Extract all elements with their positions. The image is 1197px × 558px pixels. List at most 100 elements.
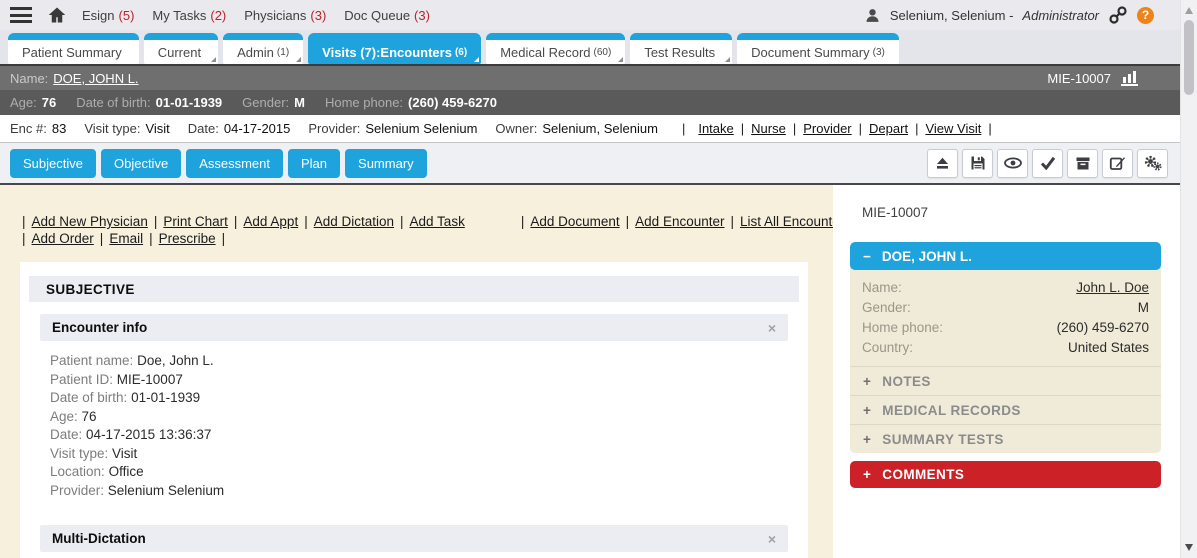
chart-tab[interactable]: Document Summary(3): [737, 33, 899, 64]
menu-icon[interactable]: [10, 7, 32, 23]
encounter-stage-link[interactable]: View Visit: [925, 121, 981, 136]
subjective-card: SUBJECTIVE Encounter info × Patient name…: [20, 262, 808, 558]
encounter-field-value: Visit: [145, 121, 169, 136]
chart-action-links: |Add New Physician|Print Chart|Add Appt|…: [22, 213, 833, 247]
top-nav-item[interactable]: Esign(5): [82, 8, 134, 23]
note-section-button[interactable]: Summary: [345, 149, 427, 178]
separator: |: [234, 213, 238, 230]
multi-dictation-section: Multi-Dictation ×: [40, 525, 788, 552]
action-link[interactable]: Email: [109, 230, 143, 247]
help-icon[interactable]: ?: [1137, 7, 1154, 24]
action-link[interactable]: Add Encounter: [635, 213, 724, 230]
separator: |: [682, 121, 685, 136]
encounter-links-list: Intake| Nurse| Provider| Depart| View Vi…: [698, 121, 991, 136]
action-link[interactable]: Prescribe: [159, 230, 216, 247]
top-nav-item-count: (5): [119, 8, 135, 23]
info-label: Age:: [50, 409, 78, 424]
info-value: 76: [82, 409, 97, 424]
chart-tab[interactable]: Test Results: [630, 33, 732, 64]
note-section-button[interactable]: Objective: [101, 149, 181, 178]
chart-tab[interactable]: Current: [144, 33, 218, 64]
action-link[interactable]: Add Order: [32, 230, 94, 247]
sidebar-panel: − DOE, JOHN L. Name:John L. Doe Gender:M…: [850, 242, 1161, 453]
encounter-field: Date:04-17-2015: [188, 121, 291, 136]
scroll-thumb[interactable]: [1184, 20, 1194, 95]
encounter-bar: Enc #:83 Visit type:Visit Date:04-17-201…: [0, 115, 1180, 143]
save-icon[interactable]: [962, 149, 993, 178]
scrollbar-track[interactable]: [1180, 0, 1197, 558]
encounter-field-value: 04-17-2015: [224, 121, 291, 136]
top-nav-item[interactable]: Physicians(3): [244, 8, 326, 23]
action-link[interactable]: Add Appt: [243, 213, 298, 230]
home-icon[interactable]: [48, 6, 66, 24]
eject-button[interactable]: [927, 149, 958, 178]
close-icon[interactable]: ×: [768, 320, 776, 336]
expand-icon[interactable]: +: [863, 432, 871, 447]
section-header[interactable]: Multi-Dictation ×: [40, 525, 788, 552]
comments-section[interactable]: + COMMENTS: [850, 461, 1161, 488]
complete-check-icon[interactable]: [1032, 149, 1063, 178]
encounter-field-label: Owner:: [495, 121, 537, 136]
action-link[interactable]: List All Encounters: [740, 213, 833, 230]
section-title: Multi-Dictation: [52, 531, 146, 546]
action-link[interactable]: Add New Physician: [32, 213, 148, 230]
patient-name-link[interactable]: DOE, JOHN L.: [53, 71, 138, 86]
scroll-up-button[interactable]: [1185, 7, 1193, 14]
sidebar-demographics: Name:John L. Doe Gender:M Home phone:(26…: [850, 266, 1161, 366]
close-icon[interactable]: ×: [768, 531, 776, 547]
expand-icon[interactable]: +: [863, 467, 871, 482]
encounter-toolbar: Subjective Objective Assessment Plan Sum…: [0, 143, 1180, 185]
encounter-stage-link[interactable]: Nurse: [751, 121, 786, 136]
encounter-field-label: Enc #:: [10, 121, 47, 136]
info-value: Selenium Selenium: [108, 483, 224, 498]
demographics-bar: Age:76 Date of birth:01-01-1939 Gender:M…: [0, 90, 1180, 115]
edit-icon[interactable]: [1102, 149, 1133, 178]
note-section-button[interactable]: Subjective: [10, 149, 96, 178]
separator: |: [22, 213, 26, 230]
encounter-stage-link[interactable]: Provider: [803, 121, 851, 136]
sidebar-section[interactable]: +NOTES: [850, 366, 1161, 395]
action-link-line-2: |Add Order|Email|Prescribe |: [22, 230, 833, 247]
patient-summary-sidebar: MIE-10007 − DOE, JOHN L. Name:John L. Do…: [833, 185, 1180, 558]
encounter-stage-link[interactable]: Intake: [698, 121, 733, 136]
action-link[interactable]: Add Document: [530, 213, 619, 230]
flowsheet-chart-icon[interactable]: [1121, 70, 1138, 86]
chart-tab[interactable]: Admin(1): [223, 33, 303, 64]
chart-tab[interactable]: Patient Summary: [8, 33, 139, 64]
encounter-info-row: Provider: Selenium Selenium: [50, 482, 788, 501]
chart-tab[interactable]: Visits (7):Encounters(6): [308, 33, 481, 64]
encounter-fields: Enc #:83 Visit type:Visit Date:04-17-201…: [10, 121, 658, 136]
chart-tab-count: (60): [594, 47, 612, 58]
top-nav-item[interactable]: Doc Queue(3): [344, 8, 430, 23]
action-link[interactable]: Add Task: [410, 213, 465, 230]
sidebar-field-row: Gender:M: [862, 298, 1149, 318]
encounter-stage-link[interactable]: Depart: [869, 121, 908, 136]
expand-icon[interactable]: +: [863, 403, 871, 418]
note-section-button[interactable]: Plan: [288, 149, 340, 178]
settings-gears-icon[interactable]: [1137, 149, 1168, 178]
sidebar-patient-id: MIE-10007: [862, 205, 1180, 220]
sidebar-section[interactable]: +MEDICAL RECORDS: [850, 395, 1161, 424]
user-icon: [864, 7, 881, 24]
sidebar-section[interactable]: +SUMMARY TESTS: [850, 424, 1161, 453]
expand-icon[interactable]: +: [863, 374, 871, 389]
action-link[interactable]: Add Dictation: [314, 213, 394, 230]
separator: |: [859, 121, 862, 136]
action-link[interactable]: Print Chart: [163, 213, 228, 230]
action-link-group-1: |Add New Physician|Print Chart|Add Appt|…: [22, 213, 465, 230]
separator: |: [100, 230, 104, 247]
sidebar-patient-header[interactable]: − DOE, JOHN L.: [850, 242, 1161, 270]
sidebar-field-label: Gender:: [862, 298, 911, 318]
link-icon[interactable]: [1108, 5, 1128, 25]
scroll-down-button[interactable]: [1185, 544, 1193, 551]
note-section-button[interactable]: Assessment: [186, 149, 283, 178]
encounter-info-row: Date of birth: 01-01-1939: [50, 389, 788, 408]
section-header[interactable]: Encounter info ×: [40, 314, 788, 341]
preview-eye-icon[interactable]: [997, 149, 1028, 178]
action-link-group-2: |Add Document|Add Encounter|List All Enc…: [521, 213, 833, 230]
encounter-field-value: 83: [52, 121, 66, 136]
chart-tab[interactable]: Medical Record(60): [486, 33, 625, 64]
top-nav-item[interactable]: My Tasks(2): [152, 8, 226, 23]
archive-icon[interactable]: [1067, 149, 1098, 178]
collapse-icon[interactable]: −: [863, 249, 871, 264]
